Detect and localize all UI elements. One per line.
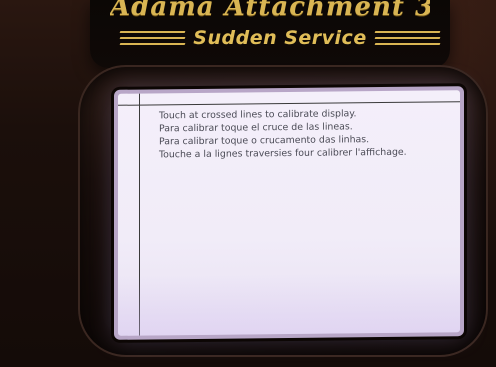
service-label: Sudden Service [193,27,367,49]
screen-glare [118,272,460,336]
left-stripes-graphic [119,28,186,48]
instruction-line-fr: Touche a la lignes traversies four calib… [159,146,407,161]
touchscreen[interactable]: Touch at crossed lines to calibrate disp… [118,90,460,336]
touchscreen-frame: Touch at crossed lines to calibrate disp… [114,86,464,340]
service-banner: Sudden Service [119,24,441,52]
brand-name: Adama Attachment 35 [110,0,430,22]
calibration-instructions: Touch at crossed lines to calibrate disp… [159,106,454,161]
calibration-crosshair-horizontal[interactable] [118,101,460,106]
right-stripes-graphic [374,28,441,48]
